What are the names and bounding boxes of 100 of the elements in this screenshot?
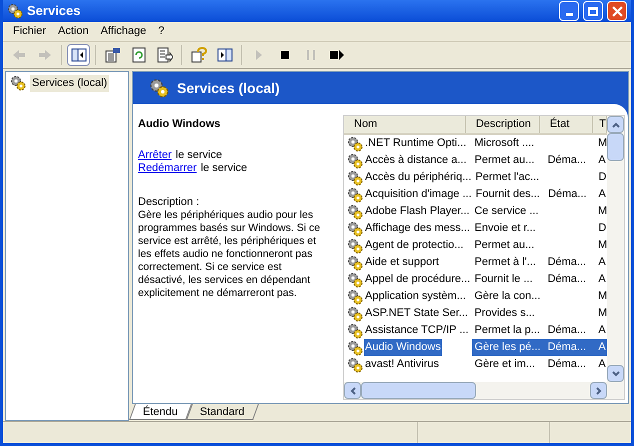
gears-icon: [347, 170, 363, 186]
close-button[interactable]: [607, 1, 627, 21]
service-row[interactable]: Affichage des mess... Envoie et r... D: [344, 220, 607, 237]
table-cell-text: Déma...: [546, 153, 588, 168]
table-cell-text: Assistance TCP/IP ...: [364, 323, 470, 338]
table-cell-text: Permet au...: [473, 238, 536, 254]
table-cell-text: Permet la p...: [474, 323, 541, 338]
chevron-down-icon: [612, 370, 620, 376]
table-cell-text: M: [596, 238, 607, 254]
view-tab[interactable]: Standard: [186, 404, 258, 420]
table-cell: Déma...: [542, 339, 598, 356]
gears-icon: [347, 254, 363, 270]
table-cell-text: M: [596, 204, 607, 220]
action-link[interactable]: Redémarrer: [138, 162, 197, 174]
scroll-up-button[interactable]: [607, 116, 624, 133]
table-cell-text: A: [597, 255, 607, 270]
service-row[interactable]: Aide et support Permet à l'... Déma... A: [344, 254, 607, 271]
gears-icon: [347, 220, 363, 236]
table-cell-text: Gère la con...: [473, 289, 542, 304]
column-header[interactable]: Description: [466, 116, 540, 133]
scroll-left-button[interactable]: [344, 382, 361, 399]
service-row[interactable]: Accès du périphériq... Permet l'ac... D: [344, 169, 607, 186]
table-cell-text: Adobe Flash Player...: [364, 204, 471, 220]
scroll-thumb[interactable]: [361, 382, 476, 399]
service-row[interactable]: Audio Windows Gère les pé... Déma... A: [344, 339, 607, 356]
table-cell-text: Déma...: [546, 357, 588, 372]
table-cell-text: Permet l'ac...: [474, 170, 540, 186]
service-row[interactable]: .NET Runtime Opti... Microsoft .... M: [344, 135, 607, 152]
description-text: Gère les périphériques audio pour les programmes basés sur Windows. Si ce service est arrêté, les périphériques et les effets audio ne fonctionneront pas correctement. Si ce service est désactivé, les services en dépendant explicitement ne démarreront pas.: [138, 208, 322, 300]
table-cell: Audio Windows: [364, 339, 442, 356]
tree-item[interactable]: Services (local): [30, 75, 110, 92]
back-arrow-icon: [10, 47, 26, 63]
service-row[interactable]: avast! Antivirus Gère et im... Déma... A: [344, 356, 607, 373]
scroll-down-button[interactable]: [607, 365, 624, 382]
gears-icon: [347, 340, 363, 356]
table-cell-text: D: [597, 170, 607, 186]
table-cell-text: Fournit le ...: [474, 272, 534, 288]
table-cell-text: Agent de protectio...: [364, 238, 464, 254]
table-cell: A: [597, 339, 607, 356]
pane-icon: [216, 47, 232, 63]
table-cell-text: Provides s...: [473, 306, 536, 322]
action-link[interactable]: Arrêter: [138, 148, 172, 162]
service-row[interactable]: Appel de procédure... Fournit le ... Déma... A: [344, 271, 607, 288]
table-cell-text: Ce service ...: [473, 204, 540, 220]
table-cell-text: A: [597, 323, 607, 338]
vertical-scrollbar[interactable]: [607, 116, 624, 382]
table-cell-text: A: [597, 272, 607, 288]
menu-item[interactable]: Affichage: [94, 23, 152, 40]
gears-icon: [347, 306, 363, 322]
gears-icon: [347, 322, 363, 338]
table-cell-text: Déma...: [546, 272, 588, 288]
table-cell: Gère les pé...: [472, 339, 543, 356]
gears-icon: [347, 204, 363, 220]
service-row[interactable]: ASP.NET State Ser... Provides s... M: [344, 305, 607, 322]
gears-icon: [347, 288, 363, 304]
service-row[interactable]: Application systèm... Gère la con... M: [344, 288, 607, 305]
pane-title: Services (local): [177, 78, 280, 98]
window-title: Services: [27, 2, 82, 20]
table-cell-text: Déma...: [547, 187, 588, 202]
description-label: Description :: [138, 196, 200, 208]
column-header[interactable]: État: [540, 116, 594, 133]
minimize-button[interactable]: [559, 1, 579, 21]
pane-icon: [70, 47, 86, 63]
chevron-right-icon: [596, 386, 602, 394]
restart-icon: [328, 47, 344, 63]
scroll-right-button[interactable]: [590, 382, 607, 399]
service-row[interactable]: Accès à distance a... Permet au... Déma... A: [344, 152, 607, 169]
action-text: le service: [200, 162, 248, 174]
export-list-icon: [156, 47, 172, 63]
tree-button[interactable]: [67, 44, 90, 66]
gears-icon: [347, 238, 363, 254]
service-row[interactable]: Adobe Flash Player... Ce service ... M: [344, 203, 607, 220]
table-cell-text: Déma...: [546, 255, 588, 270]
column-header[interactable]: Nom: [344, 116, 466, 133]
table-cell-text: M: [596, 289, 607, 304]
table-cell-text: Gère et im...: [474, 357, 536, 372]
forward-arrow-icon: [36, 47, 52, 63]
scroll-thumb[interactable]: [607, 133, 624, 161]
menu-item[interactable]: ?: [152, 23, 170, 40]
table-cell-text: Envoie et r...: [474, 221, 537, 236]
service-name: Audio Windows: [138, 117, 222, 132]
table-cell-text: Appel de procédure...: [364, 272, 472, 288]
table-cell-text: Accès du périphériq...: [364, 170, 472, 186]
maximize-button[interactable]: [583, 1, 603, 21]
gears-icon: [347, 356, 363, 372]
table-cell-text: Déma...: [546, 323, 588, 338]
table-cell-text: Fournit des...: [474, 187, 541, 202]
service-row[interactable]: Agent de protectio... Permet au... M: [344, 237, 607, 254]
table-cell-text: .NET Runtime Opti...: [364, 136, 468, 152]
menu-item[interactable]: Fichier: [7, 23, 52, 40]
help-icon: [190, 47, 206, 63]
menu-item[interactable]: Action: [52, 23, 95, 40]
table-cell-text: D: [597, 221, 607, 236]
horizontal-scrollbar[interactable]: [344, 382, 624, 399]
gears-icon: [347, 272, 363, 288]
table-cell-text: Application systèm...: [364, 289, 467, 304]
service-row[interactable]: Assistance TCP/IP ... Permet la p... Déma... A: [344, 322, 607, 339]
view-tab[interactable]: Étendu: [129, 404, 192, 420]
gears-icon: [347, 186, 363, 202]
service-row[interactable]: Acquisition d'image ... Fournit des... Déma... A: [344, 186, 607, 203]
